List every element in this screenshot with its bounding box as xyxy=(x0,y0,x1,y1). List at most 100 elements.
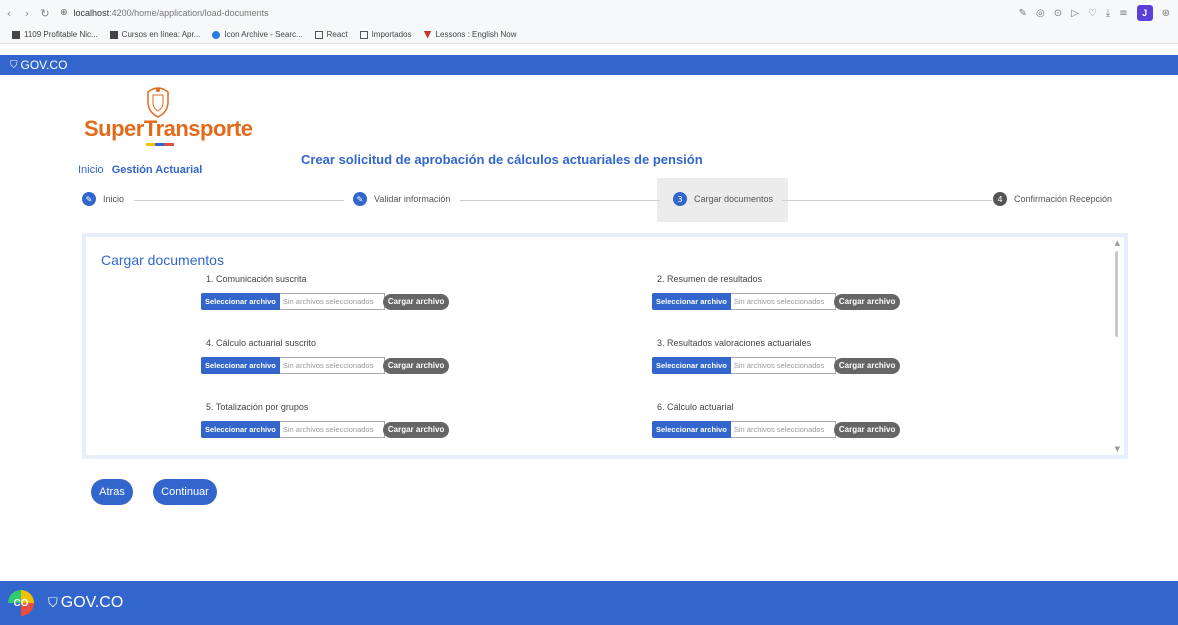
card-title: Cargar documentos xyxy=(101,252,224,268)
bookmark-item[interactable]: Cursos en línea: Apr... xyxy=(109,30,201,39)
bookmark-label: Cursos en línea: Apr... xyxy=(121,30,201,39)
document-upload-item: 5. Totalización por grupos Seleccionar a… xyxy=(201,402,471,438)
document-label: 5. Totalización por grupos xyxy=(206,402,309,412)
upload-file-button[interactable]: Cargar archivo xyxy=(382,357,450,374)
step-validar[interactable]: ✎ Validar información xyxy=(353,192,451,206)
gov-header-label[interactable]: GOV.CO xyxy=(21,58,68,72)
document-label: 1. Comunicación suscrita xyxy=(206,274,307,284)
pencil-icon: ✎ xyxy=(353,192,367,206)
camera-icon[interactable]: ◎ xyxy=(1036,8,1045,19)
site-info-icon[interactable]: ⊕ xyxy=(60,8,68,18)
upload-file-button[interactable]: Cargar archivo xyxy=(833,421,901,438)
select-file-button[interactable]: Seleccionar archivo xyxy=(652,293,731,310)
step-label: Inicio xyxy=(103,194,125,204)
bookmark-item[interactable]: 1109 Profitable Nic... xyxy=(12,30,98,39)
profile-avatar[interactable]: J xyxy=(1136,5,1153,21)
play-icon[interactable]: ▷ xyxy=(1071,8,1079,19)
scrollbar-thumb[interactable] xyxy=(1115,251,1118,337)
step-inicio[interactable]: ✎ Inicio xyxy=(82,192,125,206)
document-upload-item: 1. Comunicación suscrita Seleccionar arc… xyxy=(201,274,471,310)
step-label: Cargar documentos xyxy=(694,194,774,204)
upload-file-button[interactable]: Cargar archivo xyxy=(382,293,450,310)
document-upload-item: 6. Cálculo actuarial Seleccionar archivo… xyxy=(652,402,922,438)
select-file-button[interactable]: Seleccionar archivo xyxy=(201,293,280,310)
gov-header: ⛉ GOV.CO xyxy=(0,55,1178,75)
breadcrumb: Inicio Gestión Actuarial xyxy=(78,164,202,176)
back-arrow-icon[interactable]: ‹ xyxy=(0,7,18,20)
document-upload-item: 2. Resumen de resultados Seleccionar arc… xyxy=(652,274,922,310)
bookmark-item[interactable]: Importados xyxy=(359,30,412,39)
folder-icon xyxy=(359,30,368,39)
gov-footer-label: GOV.CO xyxy=(60,594,124,611)
document-upload-item: 4. Cálculo actuarial suscrito Selecciona… xyxy=(201,338,471,374)
progress-stepper: ✎ Inicio ✎ Validar información 3 Cargar … xyxy=(82,178,1117,222)
edit-icon[interactable]: ✎ xyxy=(1019,8,1027,19)
page-icon xyxy=(12,30,20,39)
step-label: Confirmación Recepción xyxy=(1014,194,1113,204)
icon-archive-icon xyxy=(212,30,221,39)
step-number: 4 xyxy=(993,192,1007,206)
gov-footer: CO ⛉ GOV.CO xyxy=(0,581,1178,625)
step-number: 3 xyxy=(673,192,687,206)
browser-address-bar: ‹ › ↻ ⊕ localhost:4200/home/application/… xyxy=(0,0,1178,26)
bookmarks-bar: 1109 Profitable Nic... Cursos en línea: … xyxy=(0,26,1178,44)
bookmark-label: 1109 Profitable Nic... xyxy=(24,30,98,39)
gov-footer-brand[interactable]: ⛉ GOV.CO xyxy=(48,594,123,612)
select-file-button[interactable]: Seleccionar archivo xyxy=(652,421,731,438)
upload-file-button[interactable]: Cargar archivo xyxy=(382,421,450,438)
bookmark-label: Importados xyxy=(371,30,412,39)
continue-button[interactable]: Continuar xyxy=(153,479,217,505)
lessons-icon xyxy=(423,30,432,39)
bookmark-label: Lessons : English Now xyxy=(435,30,517,39)
download-icon[interactable]: ⤓ xyxy=(1106,8,1110,19)
scroll-up-icon[interactable]: ▲ xyxy=(1115,239,1120,247)
no-file-status: Sin archivos seleccionados xyxy=(279,357,385,374)
folder-icon xyxy=(314,30,323,39)
bookmark-label: React xyxy=(326,30,348,39)
logo-text: SuperTransporte xyxy=(84,116,253,141)
no-file-status: Sin archivos seleccionados xyxy=(279,421,385,438)
extension-icon[interactable]: ⊛ xyxy=(1162,8,1170,19)
pencil-icon: ✎ xyxy=(82,192,96,206)
url-field[interactable]: ⊕ localhost:4200/home/application/load-d… xyxy=(60,8,269,18)
step-cargar[interactable]: 3 Cargar documentos xyxy=(673,192,773,206)
colombia-co-logo[interactable]: CO xyxy=(8,590,34,616)
url-host: localhost xyxy=(73,8,110,18)
url-path: :4200/home/application/load-documents xyxy=(109,8,269,18)
breadcrumb-home-link[interactable]: Inicio xyxy=(78,164,104,176)
back-button[interactable]: Atras xyxy=(91,479,133,505)
document-label: 4. Cálculo actuarial suscrito xyxy=(206,338,317,348)
reload-icon[interactable]: ↻ xyxy=(36,7,54,20)
bookmark-item[interactable]: React xyxy=(314,30,348,39)
select-file-button[interactable]: Seleccionar archivo xyxy=(201,421,280,438)
step-connector xyxy=(460,200,660,201)
circle-check-icon[interactable]: ⊙ xyxy=(1054,8,1062,19)
document-label: 2. Resumen de resultados xyxy=(657,274,763,284)
select-file-button[interactable]: Seleccionar archivo xyxy=(201,357,280,374)
upload-file-button[interactable]: Cargar archivo xyxy=(833,357,901,374)
heart-icon[interactable]: ♡ xyxy=(1088,8,1097,19)
documents-card: Cargar documentos 1. Comunicación suscri… xyxy=(82,233,1128,459)
document-label: 6. Cálculo actuarial xyxy=(657,402,734,412)
no-file-status: Sin archivos seleccionados xyxy=(730,293,836,310)
step-label: Validar información xyxy=(374,194,451,204)
document-label: 3. Resultados valoraciones actuariales xyxy=(657,338,812,348)
step-connector xyxy=(134,200,344,201)
select-file-button[interactable]: Seleccionar archivo xyxy=(652,357,731,374)
bookmark-label: Icon Archive - Searc... xyxy=(224,30,303,39)
menu-icon[interactable]: ≡ xyxy=(1119,8,1127,19)
bookmark-item[interactable]: Icon Archive - Searc... xyxy=(212,30,303,39)
bookmark-item[interactable]: Lessons : English Now xyxy=(423,30,517,39)
no-file-status: Sin archivos seleccionados xyxy=(730,421,836,438)
upload-file-button[interactable]: Cargar archivo xyxy=(833,293,901,310)
crest-icon xyxy=(147,87,169,118)
no-file-status: Sin archivos seleccionados xyxy=(730,357,836,374)
scroll-down-icon[interactable]: ▼ xyxy=(1115,445,1120,453)
step-connector xyxy=(782,200,992,201)
step-confirmacion[interactable]: 4 Confirmación Recepción xyxy=(993,192,1113,206)
breadcrumb-current: Gestión Actuarial xyxy=(111,164,203,176)
forward-arrow-icon[interactable]: › xyxy=(18,7,36,20)
page-title: Crear solicitud de aprobación de cálculo… xyxy=(301,152,703,167)
gov-shield-icon: ⛉ xyxy=(48,595,58,611)
flag-stripe xyxy=(146,143,174,146)
